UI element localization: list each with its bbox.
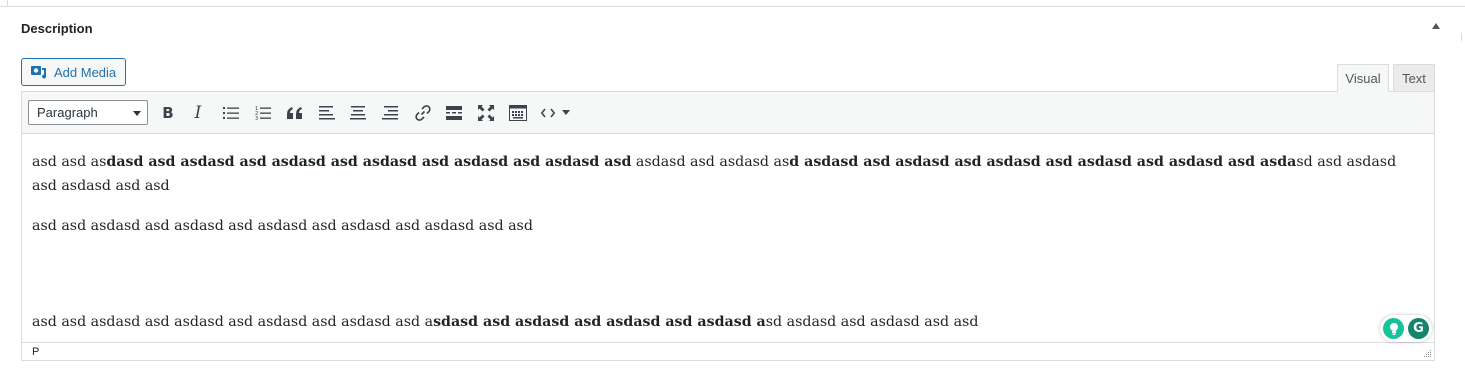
read-more-icon: [446, 106, 462, 120]
empty-paragraph: [32, 254, 1422, 294]
divider: [1461, 33, 1462, 41]
link-icon: [415, 105, 431, 121]
blockquote-button[interactable]: [282, 100, 308, 126]
text-run: asd asd asdasd asd asdasd asd asdasd asd…: [32, 314, 434, 330]
editor-toolbar: Paragraph B I 1 2 3: [22, 92, 1434, 134]
chevron-down-icon: [133, 111, 141, 116]
text-run: asdasd asd asdasd as: [631, 154, 790, 170]
text-run: sd asdasd asd asdasd asd asd: [765, 314, 979, 330]
code-button[interactable]: [537, 100, 559, 126]
align-right-icon: [382, 106, 398, 120]
media-icon: [31, 66, 47, 79]
divider: [0, 0, 8, 6]
add-media-label: Add Media: [54, 64, 117, 80]
fullscreen-button[interactable]: [473, 100, 499, 126]
code-icon: [541, 108, 555, 118]
chevron-down-icon: [562, 110, 570, 115]
text-run: asd asd as: [32, 154, 107, 170]
read-more-button[interactable]: [441, 100, 467, 126]
numbered-list-icon: 1 2 3: [255, 106, 271, 121]
italic-button[interactable]: I: [185, 100, 211, 126]
paragraph: asd asd asdasd asd asdasd asd asdasd asd…: [32, 310, 1422, 334]
align-left-button[interactable]: [314, 100, 340, 126]
grammarly-icon[interactable]: G: [1408, 318, 1429, 339]
collapse-toggle-icon[interactable]: [1432, 23, 1440, 29]
align-center-icon: [350, 106, 366, 120]
lightbulb-icon[interactable]: [1383, 318, 1404, 339]
align-left-icon: [319, 106, 335, 120]
align-right-button[interactable]: [377, 100, 403, 126]
bold-button[interactable]: B: [155, 100, 181, 126]
add-media-button[interactable]: Add Media: [21, 58, 126, 86]
bulleted-list-button[interactable]: [218, 100, 244, 126]
paragraph: asd asd asdasd asd asdasd asd asdasd asd…: [32, 218, 533, 234]
format-select-value: Paragraph: [37, 105, 98, 120]
bulleted-list-icon: [223, 107, 239, 119]
metabox-title: Description: [21, 21, 93, 36]
toolbar-toggle-button[interactable]: [505, 100, 531, 126]
bold-text-run: dasd asd asdasd asd asdasd asd asdasd as…: [106, 154, 632, 170]
editor-content[interactable]: asd asd asdasd asd asdasd asd asdasd asd…: [32, 150, 1422, 334]
paragraph: asd asd asdasd asd asdasd asd asdasd asd…: [32, 150, 1422, 198]
bold-text-run: sdasd asd asdasd asd asdasd asd asdasd a: [433, 314, 766, 330]
svg-text:3: 3: [255, 116, 258, 121]
tab-visual[interactable]: Visual: [1337, 64, 1389, 92]
tab-text[interactable]: Text: [1393, 64, 1435, 92]
editor: Paragraph B I 1 2 3 asd asd asdasd asd a…: [21, 91, 1435, 361]
resize-handle-icon[interactable]: [1423, 349, 1432, 358]
fullscreen-icon: [478, 105, 494, 121]
quote-icon: [287, 107, 302, 119]
insert-link-button[interactable]: [410, 100, 436, 126]
bold-text-run: d asdasd asd asdasd asd asdasd asd asdas…: [789, 154, 1297, 170]
keyboard-icon: [509, 105, 527, 121]
format-select[interactable]: Paragraph: [28, 100, 148, 125]
align-center-button[interactable]: [345, 100, 371, 126]
element-path[interactable]: P: [32, 346, 39, 358]
numbered-list-button[interactable]: 1 2 3: [250, 100, 276, 126]
grammarly-widget: G: [1380, 315, 1432, 342]
editor-status-bar: P: [22, 342, 1434, 360]
more-dropdown-button[interactable]: [559, 100, 573, 126]
